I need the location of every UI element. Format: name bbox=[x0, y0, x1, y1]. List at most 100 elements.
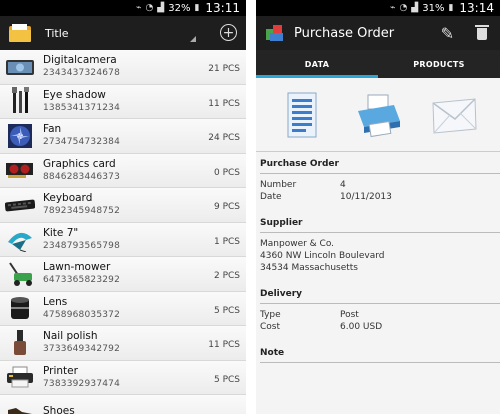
list-item[interactable]: Graphics card 8846283446373 0 PCS bbox=[0, 153, 246, 188]
section-supplier: Supplier Manpower & Co. 4360 NW Lincoln … bbox=[256, 211, 500, 282]
makeup-brushes-icon bbox=[5, 87, 35, 115]
item-qty: 11 PCS bbox=[208, 340, 240, 350]
shoes-icon bbox=[5, 398, 35, 414]
clock: 13:11 bbox=[205, 1, 240, 15]
item-name: Lens bbox=[43, 295, 68, 308]
number-value: 4 bbox=[340, 180, 346, 190]
item-name: Fan bbox=[43, 123, 62, 136]
item-code: 2734754732384 bbox=[43, 137, 121, 148]
clock: 13:14 bbox=[459, 1, 494, 15]
item-qty: 2 PCS bbox=[213, 271, 240, 281]
item-name: Eye shadow bbox=[43, 88, 106, 101]
list-item[interactable]: Shoes bbox=[0, 395, 246, 414]
section-note: Note bbox=[256, 341, 500, 363]
keyboard-icon bbox=[5, 191, 35, 219]
status-bar: ⌁ ◔ ▟ 31% ▮ 13:14 bbox=[256, 0, 500, 16]
delete-trash-icon[interactable] bbox=[475, 25, 489, 40]
edit-pencil-icon[interactable]: ✎ bbox=[441, 24, 454, 43]
inventory-screen: ⌁ ◔ ▟ 32% ▮ 13:11 Title + Digitalcamera 2… bbox=[0, 0, 246, 414]
tab-data[interactable]: DATA bbox=[256, 50, 378, 78]
cost-label: Cost bbox=[260, 322, 281, 332]
signal-icon: ▟ bbox=[157, 3, 165, 13]
add-item-button[interactable]: + bbox=[220, 24, 237, 41]
app-logo-icon[interactable] bbox=[266, 23, 286, 43]
item-qty: 9 PCS bbox=[213, 202, 240, 212]
lawn-mower-icon bbox=[5, 260, 35, 288]
nail-polish-icon bbox=[5, 329, 35, 357]
supplier-city: 34534 Massachusetts bbox=[260, 263, 358, 273]
date-value: 10/11/2013 bbox=[340, 192, 392, 202]
battery-icon: ▮ bbox=[194, 3, 200, 13]
purchase-order-screen: ⌁ ◔ ▟ 31% ▮ 13:14 Purchase Order ✎ DATA … bbox=[256, 0, 500, 414]
list-item[interactable]: Keyboard 7892345948752 9 PCS bbox=[0, 188, 246, 223]
item-name: Keyboard bbox=[43, 192, 93, 205]
item-code: 6473365823292 bbox=[43, 275, 121, 286]
tab-bar: DATA PRODUCTS bbox=[256, 50, 500, 78]
list-item[interactable]: Kite 7" 2348793565798 1 PCS bbox=[0, 222, 246, 257]
item-code: 7892345948752 bbox=[43, 206, 121, 217]
item-qty: 24 PCS bbox=[208, 133, 240, 143]
camera-icon bbox=[5, 53, 35, 81]
date-label: Date bbox=[260, 192, 282, 202]
number-label: Number bbox=[260, 180, 297, 190]
list-item[interactable]: Nail polish 3733649342792 11 PCS bbox=[0, 326, 246, 361]
item-code: 2348793565798 bbox=[43, 240, 121, 251]
section-delivery: Delivery Type Post Cost 6.00 USD bbox=[256, 282, 500, 341]
item-qty: 11 PCS bbox=[208, 98, 240, 109]
list-item[interactable]: Lawn-mower 6473365823292 2 PCS bbox=[0, 257, 246, 292]
section-title: Note bbox=[260, 341, 500, 363]
title-column-header[interactable]: Title bbox=[45, 27, 69, 40]
status-bar: ⌁ ◔ ▟ 32% ▮ 13:11 bbox=[0, 0, 246, 16]
type-label: Type bbox=[260, 310, 281, 320]
fan-icon bbox=[5, 122, 35, 150]
lens-icon bbox=[5, 294, 35, 322]
sort-indicator-icon bbox=[190, 36, 196, 42]
item-qty: 0 PCS bbox=[213, 167, 240, 178]
section-purchase-order: Purchase Order Number 4 Date 10/11/2013 bbox=[256, 152, 500, 211]
kite-icon bbox=[5, 225, 35, 253]
list-item[interactable]: Eye shadow 1385341371234 11 PCS bbox=[0, 84, 246, 119]
supplier-street: 4360 NW Lincoln Boulevard bbox=[260, 251, 385, 261]
folder-icon[interactable] bbox=[9, 24, 31, 42]
list-item[interactable]: Digitalcamera 2343437324678 21 PCS bbox=[0, 50, 246, 85]
section-title: Delivery bbox=[260, 282, 500, 304]
wifi-icon: ◔ bbox=[145, 3, 154, 13]
product-list: Digitalcamera 2343437324678 21 PCS Eye sh… bbox=[0, 50, 246, 414]
action-bar: Title + bbox=[0, 16, 246, 50]
item-name: Shoes bbox=[43, 405, 75, 414]
action-bar: Purchase Order ✎ bbox=[256, 16, 500, 50]
tab-products[interactable]: PRODUCTS bbox=[378, 50, 500, 78]
action-icons-row bbox=[256, 78, 500, 152]
battery-percent: 32% bbox=[168, 2, 191, 14]
print-icon[interactable] bbox=[354, 91, 402, 139]
item-qty: 5 PCS bbox=[213, 374, 240, 385]
item-code: 3733649342792 bbox=[43, 344, 121, 355]
item-name: Lawn-mower bbox=[43, 261, 111, 274]
item-qty: 1 PCS bbox=[213, 236, 240, 247]
item-name: Nail polish bbox=[43, 330, 98, 343]
section-title: Supplier bbox=[260, 211, 500, 233]
list-item[interactable]: Printer 7383392937474 5 PCS bbox=[0, 360, 246, 395]
item-name: Kite 7" bbox=[43, 226, 79, 239]
item-code: 7383392937474 bbox=[43, 378, 121, 389]
graphics-card-icon bbox=[5, 156, 35, 184]
battery-icon: ▮ bbox=[448, 3, 454, 13]
section-title: Purchase Order bbox=[260, 152, 500, 174]
item-qty: 21 PCS bbox=[208, 64, 240, 74]
list-item[interactable]: Fan 2734754732384 24 PCS bbox=[0, 119, 246, 154]
list-item[interactable]: Lens 4758968035372 5 PCS bbox=[0, 291, 246, 326]
item-code: 1385341371234 bbox=[43, 102, 121, 113]
usb-icon: ⌁ bbox=[390, 3, 396, 13]
printer-icon bbox=[5, 363, 35, 391]
supplier-name: Manpower & Co. bbox=[260, 239, 335, 249]
document-form-icon[interactable] bbox=[278, 91, 326, 139]
item-code: 4758968035372 bbox=[43, 309, 121, 320]
item-qty: 5 PCS bbox=[213, 305, 240, 316]
usb-icon: ⌁ bbox=[136, 3, 142, 13]
item-name: Printer bbox=[43, 364, 78, 377]
wifi-icon: ◔ bbox=[399, 3, 408, 13]
item-code: 2343437324678 bbox=[43, 68, 121, 79]
battery-percent: 31% bbox=[422, 2, 445, 14]
type-value: Post bbox=[340, 310, 359, 320]
email-envelope-icon[interactable] bbox=[430, 91, 478, 139]
